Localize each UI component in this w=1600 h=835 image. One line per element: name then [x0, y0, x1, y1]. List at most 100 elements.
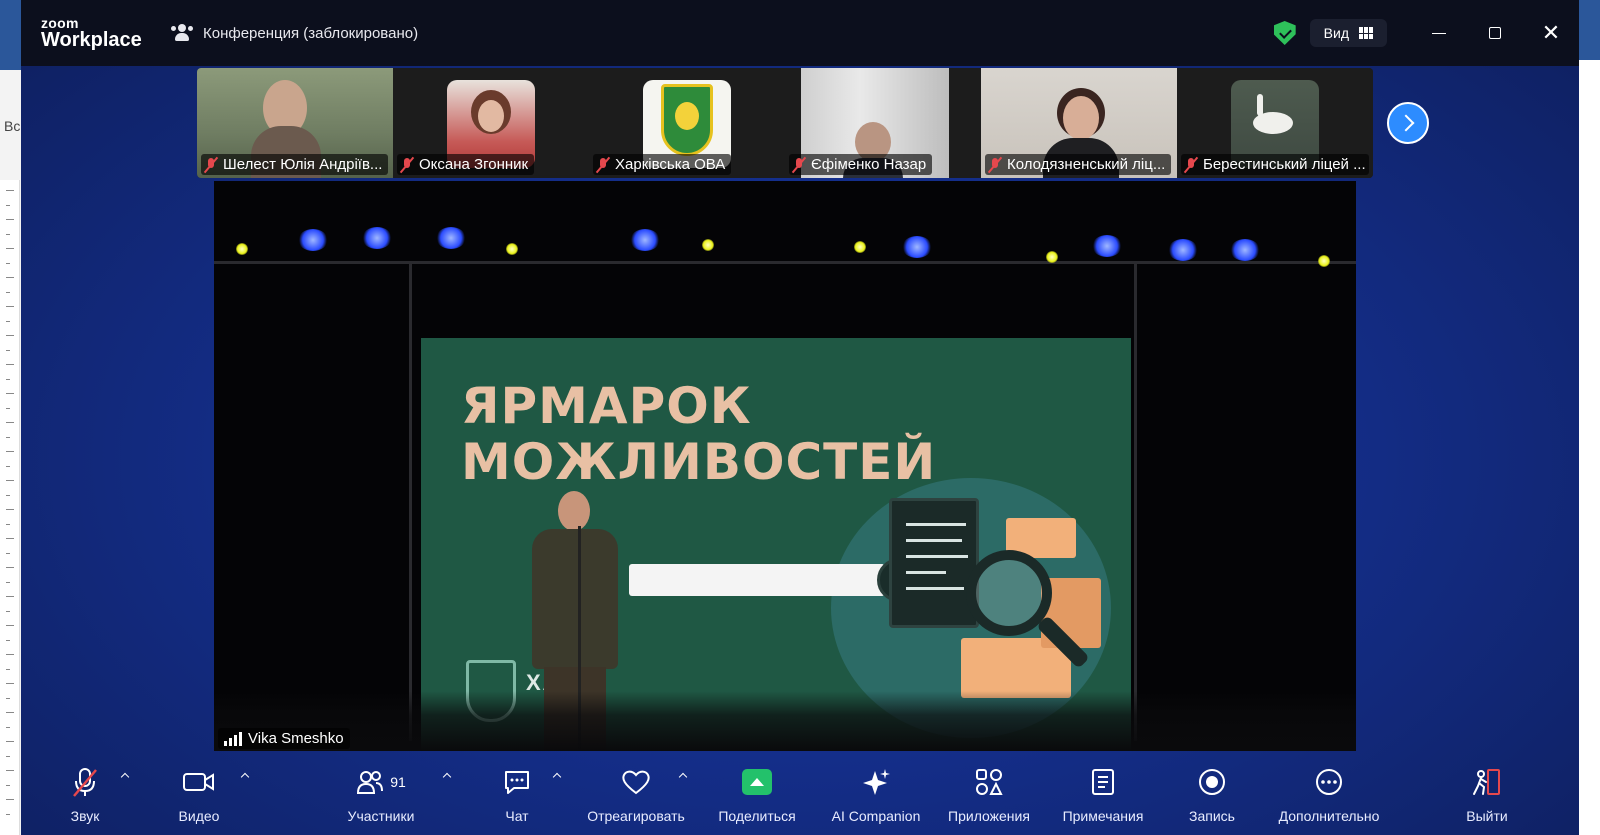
next-page-button[interactable]	[1387, 102, 1429, 144]
ruler-tick	[6, 552, 10, 554]
participants-options-caret[interactable]	[440, 768, 454, 782]
participants-icon	[357, 771, 384, 794]
meeting-title: Конференция (заблокировано)	[203, 24, 419, 42]
ruler-tick	[6, 190, 14, 191]
notes-label: Примечания	[1062, 808, 1144, 824]
leave-label: Выйти	[1466, 808, 1508, 824]
ruler-tick	[6, 320, 10, 322]
ruler-tick	[6, 784, 10, 786]
ruler-tick	[6, 422, 14, 423]
participant-name-tag: Оксана Згонник	[397, 154, 535, 175]
chat-options-caret[interactable]	[550, 768, 564, 782]
react-label: Отреагировать	[587, 808, 685, 824]
security-shield-icon[interactable]	[1273, 21, 1296, 45]
logo-zoom-text: zoom	[41, 15, 79, 31]
ruler-tick	[6, 335, 14, 336]
ruler-tick	[6, 451, 14, 452]
ruler-tick	[6, 219, 14, 220]
participants-label: Участники	[347, 808, 415, 824]
ruler-tick	[6, 697, 10, 699]
maximize-icon	[1489, 27, 1501, 39]
ruler-tick	[6, 204, 10, 206]
apps-button[interactable]: Приложения	[939, 756, 1039, 835]
participant-tile[interactable]: Колодязненський ліц...	[981, 68, 1177, 178]
apps-icon	[976, 769, 1003, 795]
video-label: Видео	[178, 808, 220, 824]
sparkle-icon	[863, 769, 890, 795]
ruler-tick	[6, 683, 14, 684]
ruler-tick	[6, 770, 14, 771]
leave-icon	[1473, 769, 1500, 795]
audio-options-caret[interactable]	[118, 768, 132, 782]
video-button[interactable]: Видео	[169, 756, 229, 835]
apps-label: Приложения	[948, 808, 1030, 824]
video-camera-icon	[183, 773, 214, 791]
ruler-tick	[6, 277, 14, 278]
speaker-name: Vika Smeshko	[248, 730, 344, 747]
minimize-button[interactable]	[1411, 0, 1467, 66]
participant-tile[interactable]: Шелест Юлія Андріїв...	[197, 68, 393, 178]
close-button[interactable]: ✕	[1523, 0, 1579, 66]
record-button[interactable]: Запись	[1177, 756, 1247, 835]
zoom-logo: zoom Workplace	[41, 16, 151, 50]
more-button[interactable]: Дополнительно	[1269, 756, 1389, 835]
participant-tile[interactable]: Берестинський ліцей ...	[1177, 68, 1373, 178]
leave-button[interactable]: Выйти	[1457, 756, 1517, 835]
signal-strength-icon	[224, 731, 242, 746]
share-button[interactable]: Поделиться	[709, 756, 805, 835]
audio-button[interactable]: Звук	[55, 756, 115, 835]
participant-name: Колодязненський ліц...	[1007, 156, 1166, 173]
meeting-toolbar: Звук Видео 91 Участники Чат Отреагироват…	[21, 756, 1579, 835]
participants-button[interactable]: 91 Участники	[341, 756, 421, 835]
active-speaker-video[interactable]: ЯРМАРОК МОЖЛИВОСТЕЙ ХА Vika	[214, 181, 1356, 751]
zoom-window: zoom Workplace Конференция (заблокирован…	[21, 0, 1579, 835]
chat-button[interactable]: Чат	[487, 756, 547, 835]
participant-tile[interactable]: Оксана Згонник	[393, 68, 589, 178]
ruler-tick	[6, 523, 10, 525]
audio-label: Звук	[70, 808, 100, 824]
video-options-caret[interactable]	[238, 768, 252, 782]
ruler-tick	[6, 393, 14, 394]
participant-name: Шелест Юлія Андріїв...	[223, 156, 383, 173]
ruler-tick	[6, 596, 14, 597]
notes-button[interactable]: Примечания	[1053, 756, 1153, 835]
mic-muted-icon	[73, 768, 97, 797]
participants-group-icon	[171, 24, 193, 42]
ruler-tick	[6, 233, 10, 235]
more-icon	[1316, 769, 1342, 795]
record-label: Запись	[1189, 808, 1235, 824]
ruler-tick	[6, 625, 14, 626]
participant-tile[interactable]: Єфіменко Назар	[785, 68, 981, 178]
ruler-tick	[6, 654, 14, 655]
ruler-tick	[6, 291, 10, 293]
ruler-tick	[6, 349, 10, 351]
ruler-tick	[6, 741, 14, 742]
ruler-tick	[6, 538, 14, 539]
ai-companion-button[interactable]: AI Companion	[821, 756, 931, 835]
ruler-tick	[6, 306, 14, 307]
logo-workplace-text: Workplace	[41, 29, 142, 51]
ruler-tick	[6, 378, 10, 380]
ruler-tick	[6, 436, 10, 438]
grid-view-icon	[1359, 27, 1373, 39]
react-options-caret[interactable]	[676, 768, 690, 782]
minimize-icon	[1432, 32, 1446, 34]
ruler-tick	[6, 262, 10, 264]
heart-icon	[622, 770, 650, 795]
share-screen-icon	[742, 769, 772, 795]
meeting-info-button[interactable]: Конференция (заблокировано)	[171, 24, 418, 42]
participant-tile[interactable]: Харківська ОВА	[589, 68, 785, 178]
mic-muted-icon	[793, 157, 805, 173]
maximize-button[interactable]	[1467, 0, 1523, 66]
react-button[interactable]: Отреагировать	[581, 756, 691, 835]
slide-search-bar	[629, 564, 885, 596]
participant-name: Оксана Згонник	[419, 156, 529, 173]
record-icon	[1199, 769, 1225, 795]
background-vertical-ruler	[0, 180, 20, 835]
participants-count: 91	[390, 774, 406, 790]
view-button[interactable]: Вид	[1309, 19, 1387, 47]
chat-icon	[505, 771, 529, 794]
participant-strip: Шелест Юлія Андріїв... Оксана Згонник Ха…	[197, 68, 1373, 178]
ruler-tick	[6, 668, 10, 670]
ai-companion-label: AI Companion	[831, 808, 921, 824]
